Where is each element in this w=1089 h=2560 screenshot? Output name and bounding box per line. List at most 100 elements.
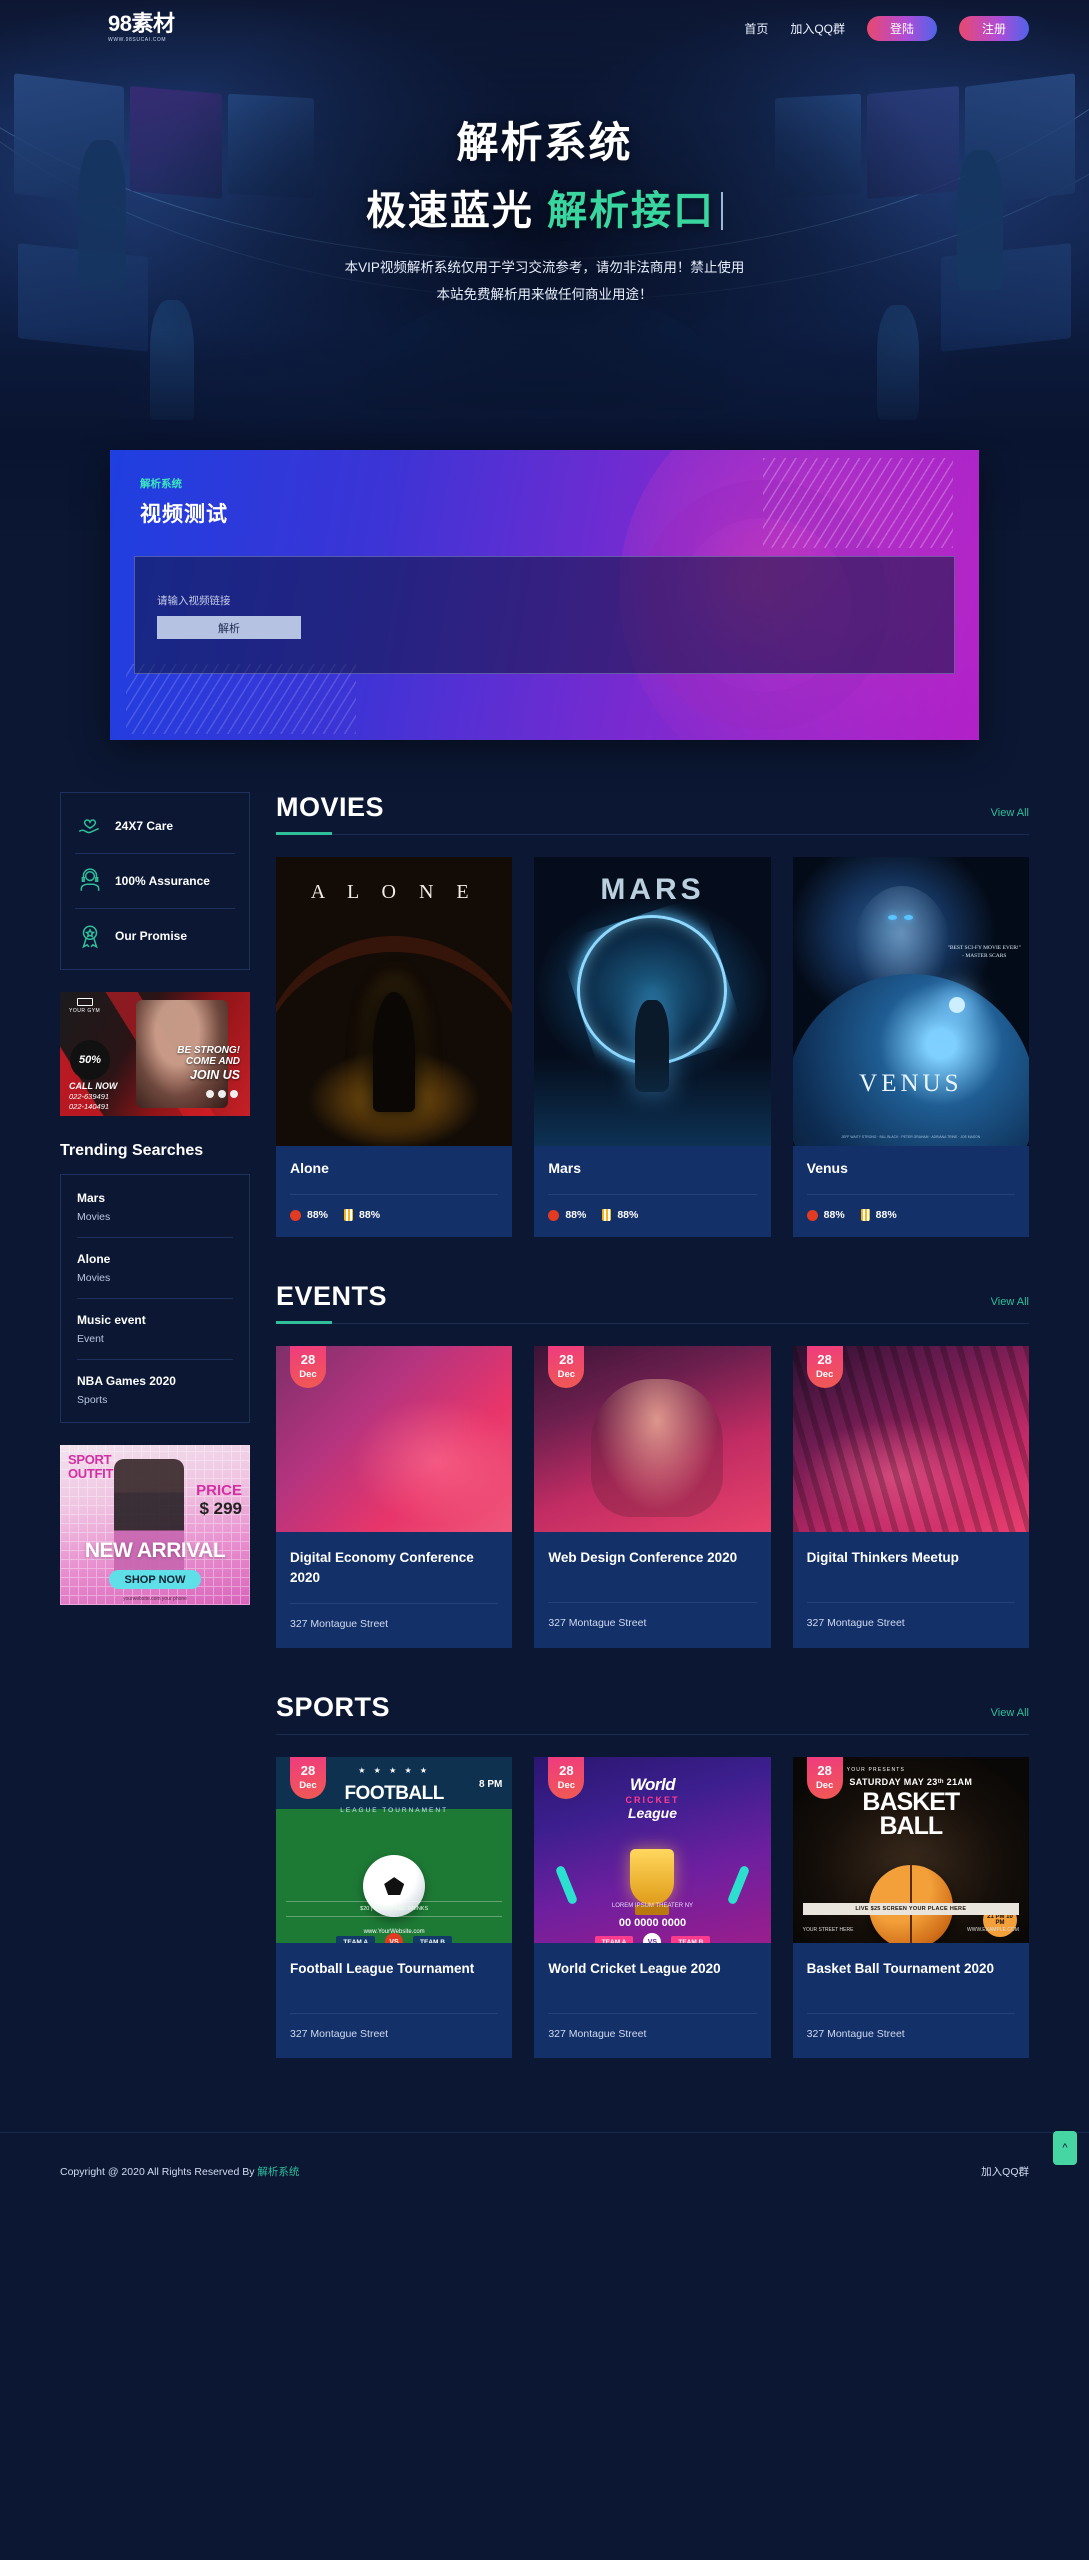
gym-discount-badge: 50%	[70, 1040, 110, 1080]
login-button[interactable]: 登陆	[867, 15, 937, 41]
tomato-rating: 88%	[290, 1209, 328, 1221]
gym-headline-l1: BE STRONG!	[177, 1044, 240, 1056]
hero-text-block: 解析系统 极速蓝光 解析接口 本VIP视频解析系统仅用于学习交流参考，请勿非法商…	[0, 56, 1089, 308]
date-badge: 28 Dec	[290, 1757, 326, 1800]
events-title: EVENTS	[276, 1281, 388, 1324]
trending-item[interactable]: Music event Event	[77, 1298, 233, 1359]
sport-card[interactable]: World CRICKET League TEAM A VS TEAM B LO…	[534, 1757, 771, 2059]
hero-subtitle: 本VIP视频解析系统仅用于学习交流参考，请勿非法商用！禁止使用 本站免费解析用来…	[0, 254, 1089, 308]
logo-subtext: WWW.98SUCAI.COM	[108, 37, 167, 43]
movie-card[interactable]: A L O N E Alone 88% 88%	[276, 857, 513, 1237]
sport-address: 327 Montague Street	[806, 2028, 905, 2041]
cricket-league: League	[627, 1805, 677, 1822]
ad-banner-sport-outfit[interactable]: SPORT OUTFIT PRICE $ 299 NEW ARRIVAL SHO…	[60, 1445, 250, 1605]
sport-ad-title: SPORT OUTFIT	[68, 1453, 113, 1480]
gym-headline-l2: COME AND	[185, 1056, 240, 1068]
feature-item-assurance[interactable]: 100% Assurance	[75, 853, 235, 908]
sport-address: 327 Montague Street	[548, 2028, 647, 2041]
feature-item-24x7-care[interactable]: 24X7 Care	[75, 799, 235, 853]
register-button[interactable]: 注册	[959, 15, 1029, 41]
date-badge-month: Dec	[299, 1780, 317, 1792]
date-badge: 28 Dec	[548, 1757, 585, 1800]
popcorn-rating-value: 88%	[617, 1209, 639, 1221]
poster-credits: JEFF WAITY STRONG · BILL BLACK · PETER G…	[841, 1134, 981, 1139]
tomato-rating-value: 88%	[823, 1209, 845, 1221]
hero-title-line1: 解析系统	[456, 119, 633, 166]
trending-item-category: Sports	[77, 1394, 108, 1406]
trending-item[interactable]: Mars Movies	[77, 1177, 233, 1237]
event-title: Digital Economy Conference 2020	[290, 1550, 474, 1585]
date-badge-day: 28	[817, 1352, 832, 1367]
site-logo[interactable]: 98素材 WWW.98SUCAI.COM	[108, 13, 175, 44]
movie-card[interactable]: MARS Mars 88% 88%	[534, 857, 771, 1237]
movie-poster-mars: MARS	[534, 857, 771, 1146]
movie-poster-alone: A L O N E	[276, 857, 513, 1146]
nav-home-link[interactable]: 首页	[744, 20, 768, 37]
chevron-up-icon[interactable]: ^	[1053, 2131, 1077, 2166]
ad-banner-gym[interactable]: YOUR GYM 50% BE STRONG! COME AND JOIN US…	[60, 992, 250, 1116]
sport-banner-cricket: World CRICKET League TEAM A VS TEAM B LO…	[534, 1757, 771, 1944]
parser-kicker: 解析系统	[140, 478, 182, 490]
hero-title-line2: 极速蓝光 解析接口	[0, 178, 1089, 236]
footer-qq-group-link[interactable]: 加入QQ群	[981, 2164, 1029, 2179]
date-badge-day: 28	[817, 1763, 832, 1779]
popcorn-rating: 88%	[344, 1209, 380, 1221]
movie-card-body: Mars 88% 88%	[534, 1146, 770, 1237]
sports-view-all-link[interactable]: View All	[991, 1707, 1029, 1719]
date-badge: 28 Dec	[806, 1757, 843, 1800]
parse-submit-button[interactable]: 解析	[157, 616, 301, 639]
basketball-title-2: BALL	[879, 1811, 943, 1840]
popcorn-rating-value: 88%	[359, 1209, 381, 1221]
nav-qq-group-link[interactable]: 加入QQ群	[790, 20, 845, 37]
popcorn-icon	[602, 1209, 612, 1221]
gym-logo-text: YOUR GYM	[69, 1008, 101, 1014]
sport-card[interactable]: YOUR PRESENTS SATURDAY MAY 23ᵗʰ 21AM BAS…	[792, 1757, 1029, 2059]
main-column: MOVIES View All A L O N E Alone 88% 88% …	[276, 792, 1029, 2102]
vs-badge: VS	[643, 1933, 662, 1944]
event-banner-web-design: 28 Dec	[534, 1346, 771, 1532]
feature-list: 24X7 Care 100% Assurance Our Promise	[60, 792, 250, 970]
gym-headline-l3: JOIN US	[189, 1067, 240, 1082]
gym-contact: CALL NOW 022-639491 022-140491	[69, 1081, 117, 1111]
trending-searches-title: Trending Searches	[60, 1142, 204, 1159]
basketball-banner-bar: LIVE $25 SCREEN YOUR PLACE HERE	[802, 1903, 1019, 1916]
events-view-all-link[interactable]: View All	[991, 1296, 1029, 1308]
date-badge-month: Dec	[557, 1369, 576, 1380]
trending-item[interactable]: Alone Movies	[77, 1237, 233, 1298]
hero-subtitle-line2: 本站免费解析用来做任何商业用途！	[436, 287, 653, 303]
events-card-grid: 28 Dec Digital Economy Conference 2020 3…	[276, 1346, 1029, 1649]
sport-banner-basketball: YOUR PRESENTS SATURDAY MAY 23ᵗʰ 21AM BAS…	[792, 1757, 1029, 1944]
movies-view-all-link[interactable]: View All	[991, 807, 1029, 819]
movies-section-header: MOVIES View All	[276, 792, 1029, 835]
sport-card[interactable]: ★ ★ ★ ★ ★ FOOTBALL LEAGUE TOURNAMENT 8 P…	[276, 1757, 513, 2059]
parser-form: 请输入视频链接 解析	[134, 556, 955, 674]
event-card[interactable]: 28 Dec Digital Economy Conference 2020 3…	[276, 1346, 513, 1649]
feature-item-our-promise[interactable]: Our Promise	[75, 908, 235, 963]
events-section-header: EVENTS View All	[276, 1281, 1029, 1324]
gym-call-label: CALL NOW	[69, 1081, 118, 1091]
trending-item[interactable]: NBA Games 2020 Sports	[77, 1359, 233, 1420]
events-section: EVENTS View All 28 Dec Digital Economy C…	[276, 1281, 1029, 1649]
hero-title-white: 极速蓝光	[365, 189, 534, 234]
team-a-label: TEAM A	[336, 1935, 376, 1944]
event-card[interactable]: 28 Dec Web Design Conference 2020 327 Mo…	[534, 1346, 771, 1649]
sport-poster-sub: LEAGUE TOURNAMENT	[340, 1807, 449, 1815]
sport-banner-football: ★ ★ ★ ★ ★ FOOTBALL LEAGUE TOURNAMENT 8 P…	[276, 1757, 513, 1944]
tomato-rating-value: 88%	[565, 1209, 587, 1221]
video-url-input[interactable]: 请输入视频链接	[157, 593, 954, 608]
movie-card[interactable]: "BEST SCI-FY MOVIE EVER!" - MASTER SCARS…	[792, 857, 1029, 1237]
event-card[interactable]: 28 Dec Digital Thinkers Meetup 327 Monta…	[792, 1346, 1029, 1649]
date-badge-month: Dec	[557, 1780, 576, 1792]
sport-ad-line2: OUTFIT	[68, 1465, 114, 1481]
cricket-venue: LOREM IPSUM THEATER NY	[611, 1903, 694, 1910]
trending-item-category: Movies	[77, 1211, 111, 1223]
copyright-prefix: Copyright @ 2020 All Rights Reserved By	[60, 2166, 258, 2179]
tomato-icon	[806, 1209, 818, 1221]
support-agent-icon	[77, 868, 103, 894]
basketball-presents: YOUR PRESENTS	[846, 1767, 906, 1774]
heart-hand-icon	[77, 813, 103, 839]
date-badge-day: 28	[559, 1352, 574, 1367]
team-a-label: TEAM A	[594, 1935, 634, 1944]
sport-ad-shop-now-button[interactable]: SHOP NOW	[109, 1570, 201, 1589]
date-badge-day: 28	[300, 1352, 316, 1367]
